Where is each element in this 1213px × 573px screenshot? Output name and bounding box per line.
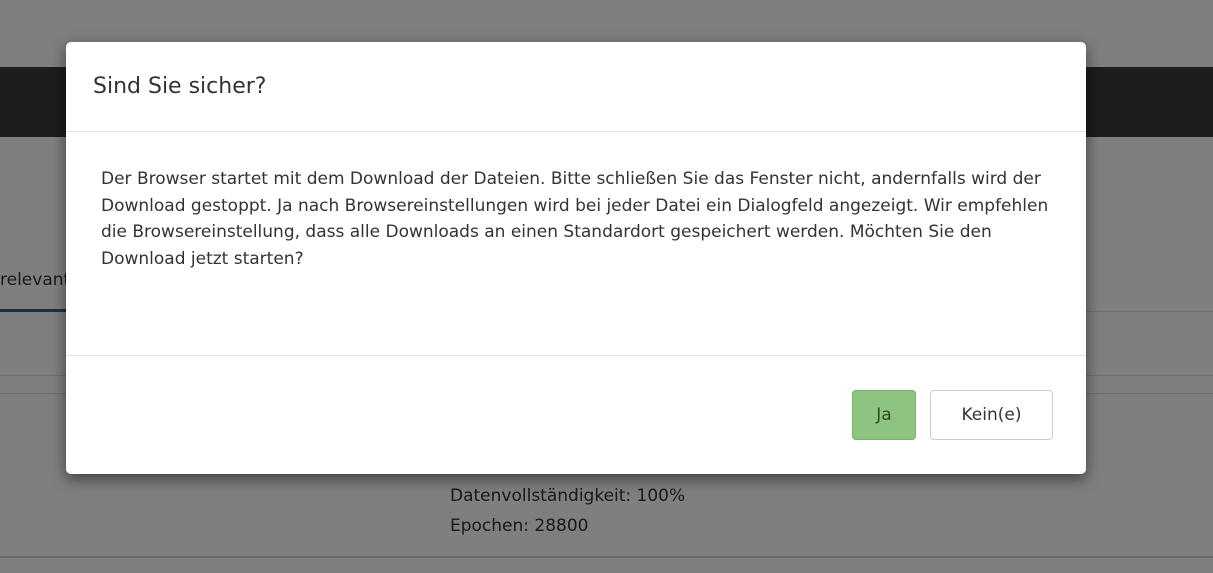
dialog-footer: Ja Kein(e) bbox=[66, 356, 1086, 473]
no-button[interactable]: Kein(e) bbox=[930, 390, 1053, 440]
dialog-body: Der Browser startet mit dem Download der… bbox=[66, 132, 1086, 356]
yes-button[interactable]: Ja bbox=[852, 390, 916, 440]
dialog-message: Der Browser startet mit dem Download der… bbox=[101, 169, 1049, 269]
page: relevant Datenvollständigkeit: 100% Epoc… bbox=[0, 0, 1213, 573]
dialog-header: Sind Sie sicher? bbox=[66, 42, 1086, 132]
dialog-title: Sind Sie sicher? bbox=[93, 74, 267, 99]
confirm-dialog: Sind Sie sicher? Der Browser startet mit… bbox=[66, 42, 1086, 474]
